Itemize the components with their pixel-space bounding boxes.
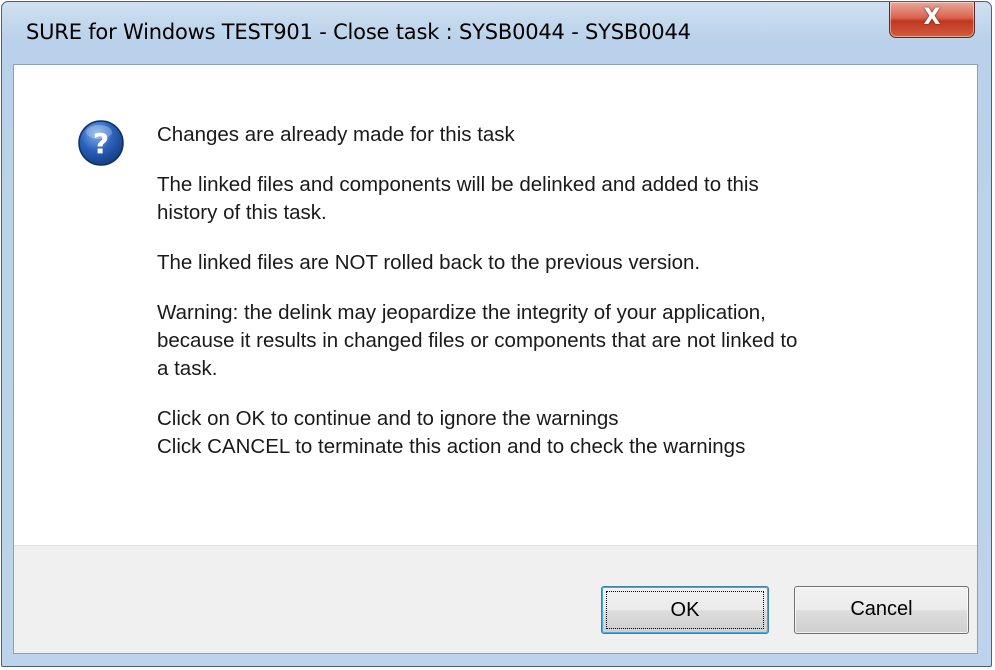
svg-text:?: ? (93, 127, 109, 160)
message-line-4: Warning: the delink may jeopardize the i… (157, 301, 798, 380)
message-line-2: The linked files and components will be … (157, 173, 759, 224)
window-title: SURE for Windows TEST901 - Close task : … (26, 20, 691, 44)
message-line-3: The linked files are NOT rolled back to … (157, 251, 701, 274)
title-bar[interactable]: SURE for Windows TEST901 - Close task : … (2, 2, 991, 64)
close-icon: X (923, 5, 941, 30)
ok-button[interactable]: OK (601, 586, 769, 634)
button-bar: OK Cancel (14, 545, 977, 653)
message-line-1: Changes are already made for this task (157, 123, 515, 146)
message-area: ? Changes are already made for this task… (14, 65, 977, 545)
dialog-window: SURE for Windows TEST901 - Close task : … (1, 1, 992, 667)
close-button[interactable]: X (889, 2, 975, 38)
dialog-client: ? Changes are already made for this task… (13, 64, 978, 654)
ok-button-label: OK (606, 591, 764, 629)
message-text: Changes are already made for this task T… (157, 121, 937, 483)
message-line-5: Click on OK to continue and to ignore th… (157, 407, 746, 458)
question-icon: ? (78, 120, 124, 166)
cancel-button[interactable]: Cancel (794, 586, 969, 634)
